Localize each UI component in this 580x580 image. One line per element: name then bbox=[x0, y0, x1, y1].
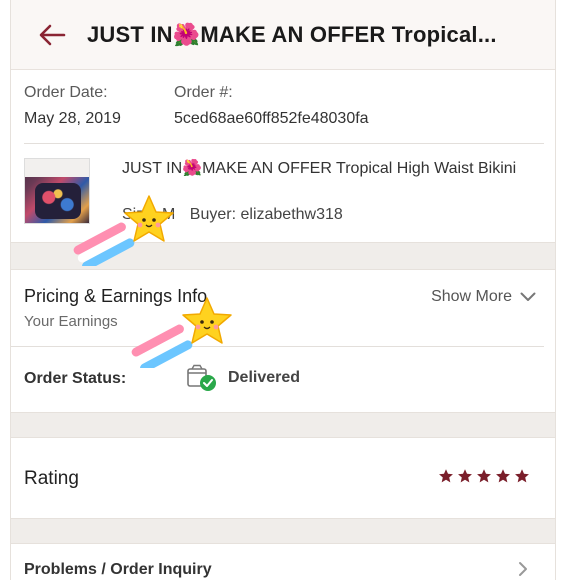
back-arrow-icon bbox=[39, 24, 66, 45]
order-number-value: 5ced68ae60ff852fe48030fa bbox=[174, 110, 369, 127]
page-title: JUST IN🌺MAKE AN OFFER Tropical... bbox=[87, 21, 497, 47]
problems-row[interactable]: Problems / Order Inquiry bbox=[24, 561, 544, 580]
star-icon bbox=[496, 469, 510, 483]
divider bbox=[24, 143, 544, 144]
order-status-row: Order Status: Delivered bbox=[24, 364, 544, 396]
shooting-star-sticker bbox=[131, 297, 232, 368]
order-date-label: Order Date: bbox=[24, 84, 108, 101]
product-buyer: Buyer: elizabethw318 bbox=[189, 206, 343, 223]
chevron-right-icon bbox=[519, 562, 527, 576]
back-button[interactable] bbox=[35, 18, 69, 52]
show-more-button[interactable]: Show More bbox=[431, 288, 536, 306]
rating-row: Rating bbox=[24, 468, 544, 494]
order-date-value: May 28, 2019 bbox=[24, 110, 121, 127]
order-number: Order #: 5ced68ae60ff852fe48030fa bbox=[174, 84, 369, 128]
section-separator bbox=[11, 518, 555, 544]
header-bar: JUST IN🌺MAKE AN OFFER Tropical... bbox=[11, 0, 555, 70]
order-number-label: Order #: bbox=[174, 84, 233, 101]
order-status-value: Delivered bbox=[228, 369, 301, 386]
earnings-label: Your Earnings bbox=[24, 313, 118, 330]
product-title[interactable]: JUST IN🌺MAKE AN OFFER Tropical High Wais… bbox=[122, 158, 532, 180]
show-more-label: Show More bbox=[431, 288, 512, 305]
delivered-box-icon bbox=[187, 364, 216, 391]
star-icon bbox=[458, 469, 472, 483]
problems-label: Problems / Order Inquiry bbox=[24, 561, 212, 578]
star-icon bbox=[439, 469, 453, 483]
shooting-star-sticker bbox=[73, 195, 174, 266]
star-icon bbox=[515, 469, 529, 483]
status-indicator: Delivered bbox=[186, 364, 300, 392]
app-frame: JUST IN🌺MAKE AN OFFER Tropical... Order … bbox=[10, 0, 556, 580]
rating-stars bbox=[438, 468, 530, 484]
section-separator bbox=[11, 412, 555, 438]
divider bbox=[11, 346, 544, 347]
star-icon bbox=[477, 469, 491, 483]
pricing-section[interactable]: Pricing & Earnings Info Your Earnings Sh… bbox=[24, 286, 544, 336]
order-date: Order Date: May 28, 2019 bbox=[24, 84, 121, 128]
chevron-down-icon bbox=[520, 292, 536, 301]
